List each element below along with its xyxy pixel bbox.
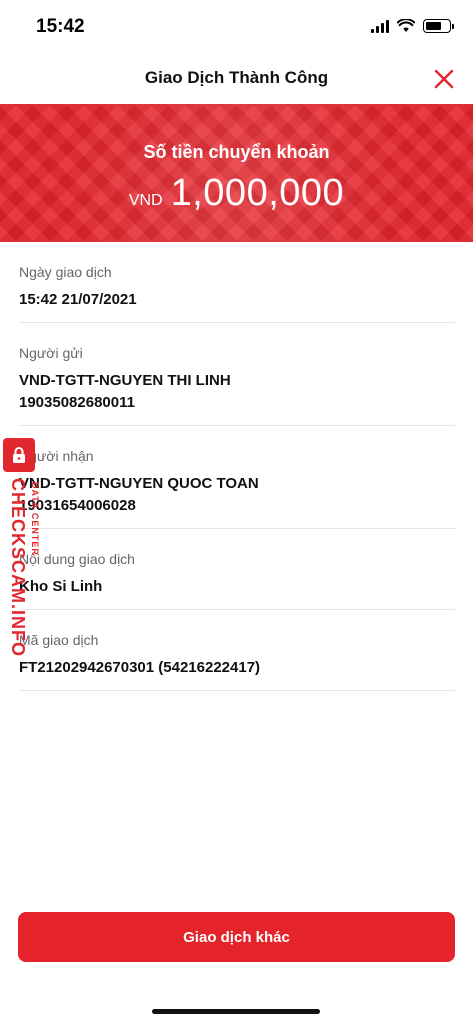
watermark-text: CHECKSCAM.INFO <box>8 478 28 657</box>
status-bar: 15:42 <box>0 0 473 56</box>
transfer-amount: 1,000,000 <box>170 172 345 214</box>
currency-code: VND <box>128 192 163 209</box>
wifi-icon <box>397 19 415 32</box>
transaction-details: Ngày giao dịch 15:42 21/07/2021 Người gử… <box>19 242 455 691</box>
transaction-id: FT21202942670301 (54216222417) <box>19 659 261 676</box>
detail-label: Người gửi <box>19 345 83 361</box>
status-time: 15:42 <box>36 16 85 37</box>
recipient-name: VND-TGTT-NGUYEN QUOC TOAN <box>19 475 259 492</box>
detail-row-date: Ngày giao dịch 15:42 21/07/2021 <box>19 242 455 323</box>
detail-row-recipient: Người nhận VND-TGTT-NGUYEN QUOC TOAN 190… <box>19 426 455 529</box>
detail-value: Kho Si Linh <box>19 578 103 595</box>
detail-label: Mã giao dịch <box>19 632 99 648</box>
sender-name: VND-TGTT-NGUYEN THI LINH <box>19 372 231 389</box>
watermark-subtext: DATA CENTER <box>30 482 40 556</box>
page-title: Giao Dịch Thành Công <box>144 68 329 87</box>
amount-label: Số tiền chuyển khoản <box>143 142 330 162</box>
detail-value: 15:42 21/07/2021 <box>19 291 137 308</box>
close-icon <box>434 69 454 89</box>
status-icons <box>371 19 454 33</box>
detail-label: Ngày giao dịch <box>19 264 112 280</box>
watermark: CHECKSCAM.INFO DATA CENTER <box>3 438 43 666</box>
amount-banner: Số tiền chuyển khoản VND 1,000,000 <box>0 104 473 242</box>
detail-row-content: Nội dung giao dịch Kho Si Linh <box>19 529 455 610</box>
amount-row: VND 1,000,000 <box>0 172 473 215</box>
detail-row-sender: Người gửi VND-TGTT-NGUYEN THI LINH 19035… <box>19 323 455 426</box>
close-button[interactable] <box>429 64 459 94</box>
header: Giao Dịch Thành Công <box>0 56 473 104</box>
signal-icon <box>371 19 389 33</box>
detail-label: Nội dung giao dịch <box>19 551 135 567</box>
lock-icon <box>3 438 35 472</box>
new-transaction-button[interactable]: Giao dịch khác <box>18 912 455 962</box>
recipient-account: 19031654006028 <box>19 497 136 514</box>
detail-row-transaction-id: Mã giao dịch FT21202942670301 (542162224… <box>19 610 455 691</box>
sender-account: 19035082680011 <box>19 394 135 411</box>
battery-icon <box>423 19 454 33</box>
home-indicator[interactable] <box>152 1009 320 1014</box>
detail-label: Người nhận <box>19 448 94 464</box>
